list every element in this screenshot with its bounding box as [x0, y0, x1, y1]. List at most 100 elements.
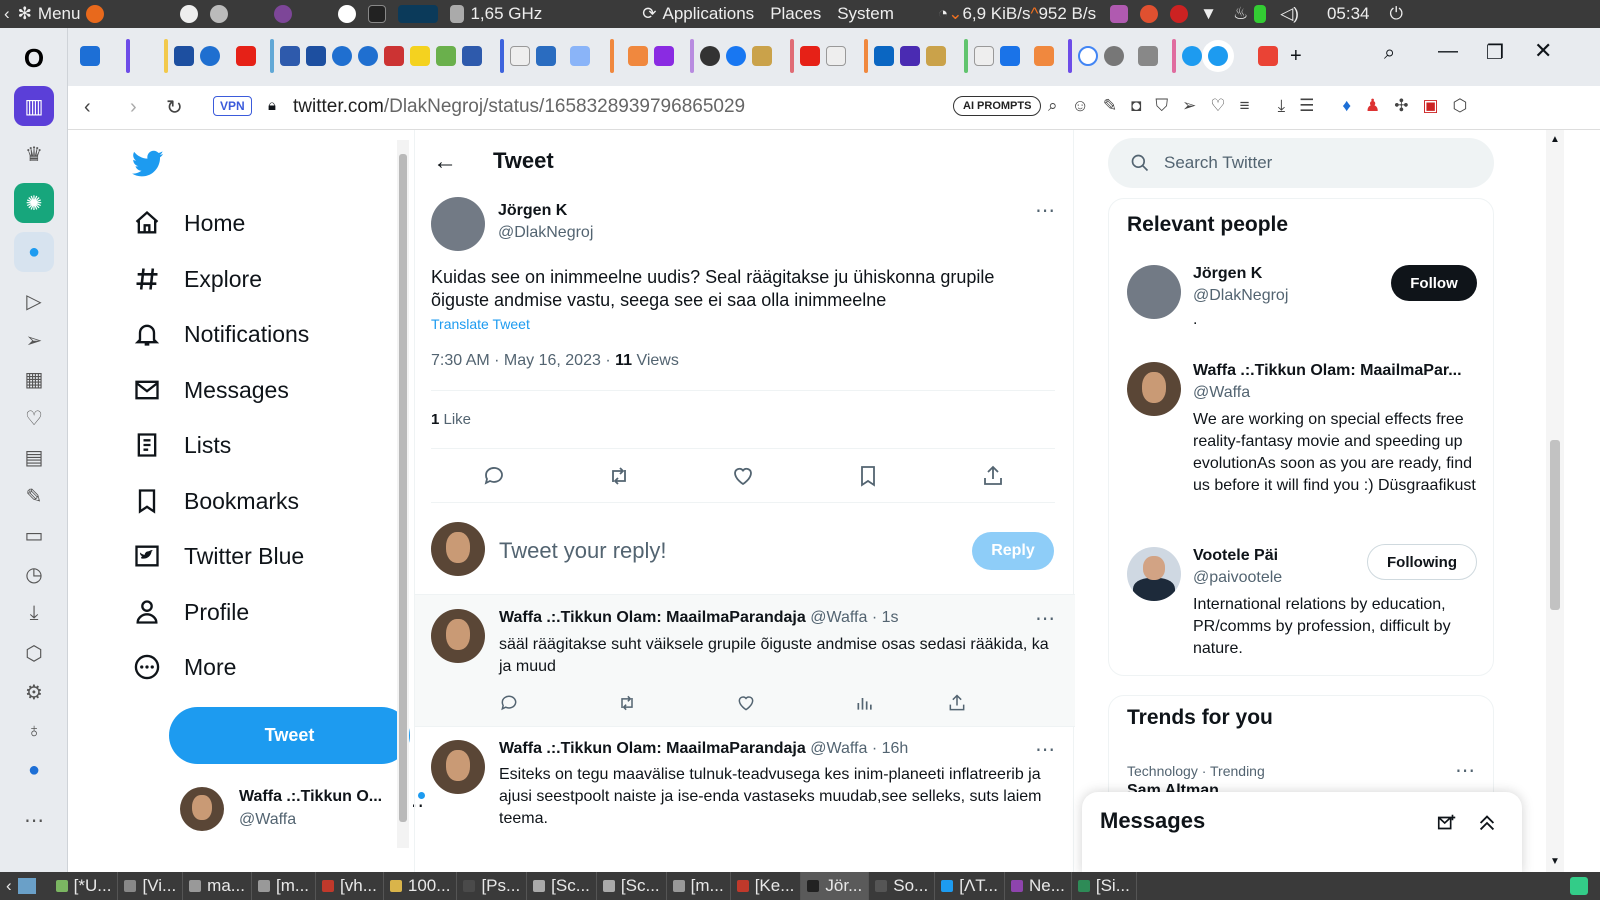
news-icon[interactable]: ▤: [14, 437, 54, 477]
player-control-icon[interactable]: ≡: [1240, 96, 1250, 116]
news-tab-icon[interactable]: [462, 46, 482, 66]
grid-tab-icon[interactable]: [1138, 46, 1158, 66]
history-icon[interactable]: ◷: [14, 554, 54, 594]
reply-more-icon[interactable]: ⋯: [1035, 737, 1056, 762]
edit-page-icon[interactable]: ✎: [1103, 96, 1117, 116]
taskbar-task[interactable]: [ΛT...: [935, 872, 1005, 900]
show-desktop-icon[interactable]: [17, 878, 36, 894]
youtube-tab-icon[interactable]: [800, 46, 820, 66]
linkedin-tab-icon[interactable]: [874, 46, 894, 66]
fox-tab-icon[interactable]: [628, 46, 648, 66]
heart-sidebar-icon[interactable]: ♡: [14, 398, 54, 438]
scroll-down-icon[interactable]: ▼: [1550, 856, 1560, 867]
terminal-icon[interactable]: [368, 5, 387, 23]
taskbar-task[interactable]: [m...: [667, 872, 731, 900]
tab-group[interactable]: [158, 39, 256, 73]
gmail-tab-icon[interactable]: [1258, 46, 1278, 66]
reply-tweet[interactable]: Waffa .:.Tikkun Olam: MaailmaParandaja @…: [415, 727, 1075, 872]
nav-item-more[interactable]: More: [132, 652, 236, 682]
nav-item-bookmarks[interactable]: Bookmarks: [132, 486, 299, 516]
tweet-more-icon[interactable]: ⋯: [1035, 198, 1056, 223]
launcher-a-icon[interactable]: [180, 5, 199, 23]
news-tab-icon[interactable]: [280, 46, 300, 66]
tab-group[interactable]: [784, 39, 846, 73]
download-page-icon[interactable]: ⤓: [1278, 96, 1286, 116]
close-window-icon[interactable]: ✕: [1534, 38, 1552, 64]
person-avatar[interactable]: [1127, 547, 1181, 601]
taskbar-task[interactable]: [Vi...: [118, 872, 184, 900]
author-handle[interactable]: @DlakNegroj: [498, 224, 593, 242]
back-icon[interactable]: ‹: [84, 96, 91, 119]
taskbar-task[interactable]: ma...: [183, 872, 252, 900]
reload-icon[interactable]: ↻: [166, 95, 183, 120]
extension-icon[interactable]: ♦: [1342, 96, 1351, 116]
reply-avatar[interactable]: [431, 609, 485, 663]
reply-button[interactable]: Reply: [972, 532, 1054, 570]
more-sidebar-icon[interactable]: ⋯: [14, 800, 54, 840]
url-field[interactable]: twitter.com/DlakNegroj/status/1658328939…: [293, 96, 745, 118]
tweet-button[interactable]: Tweet: [169, 707, 410, 764]
trend-more-icon[interactable]: ⋯: [1455, 758, 1476, 783]
crown-icon[interactable]: ♛: [14, 134, 54, 174]
mail-tab-icon[interactable]: [900, 46, 920, 66]
search-input[interactable]: Search Twitter: [1164, 153, 1272, 173]
green-tab-icon[interactable]: [436, 46, 456, 66]
taskbar-task[interactable]: [Sc...: [527, 872, 597, 900]
likes-stat[interactable]: 1 Like: [431, 411, 471, 428]
tab-group[interactable]: [958, 39, 1054, 73]
tray-wifi-icon[interactable]: ▼: [1200, 4, 1217, 24]
pm-tab-icon[interactable]: [358, 46, 378, 66]
reply-more-icon[interactable]: ⋯: [1035, 606, 1056, 631]
person-name[interactable]: Jörgen K: [1193, 265, 1373, 283]
tor-icon[interactable]: [274, 5, 293, 23]
send-icon[interactable]: ➢: [14, 320, 54, 360]
camera-icon[interactable]: ◘: [1131, 96, 1141, 116]
reply-avatar[interactable]: [431, 740, 485, 794]
nav-scrollbar[interactable]: [397, 140, 409, 848]
tab-group[interactable]: [494, 39, 590, 73]
tab-group[interactable]: [684, 39, 772, 73]
reader-icon[interactable]: ▥: [14, 86, 54, 126]
retweet-icon[interactable]: [607, 464, 631, 488]
back-arrow-icon[interactable]: ←: [433, 148, 457, 176]
mail-tab-icon[interactable]: [654, 46, 674, 66]
tab-group[interactable]: +: [1166, 39, 1302, 73]
emoji-icon[interactable]: ☺: [1072, 96, 1089, 116]
pm-tab-icon[interactable]: [200, 46, 220, 66]
pm-tab-icon[interactable]: [332, 46, 352, 66]
reply-input[interactable]: Tweet your reply!: [499, 538, 667, 564]
reply-time[interactable]: · 16h: [872, 740, 908, 757]
taskbar-arrow-icon[interactable]: ‹: [0, 876, 18, 896]
taskbar-task[interactable]: So...: [869, 872, 936, 900]
rt-tab-icon[interactable]: [536, 46, 556, 66]
nav-item-lists[interactable]: Lists: [132, 430, 231, 460]
nav-item-notifications[interactable]: Notifications: [132, 319, 309, 349]
tray-app-icon[interactable]: [1140, 5, 1159, 23]
heart-page-icon[interactable]: ♡: [1210, 96, 1225, 116]
reply-author-name[interactable]: Waffa .:.Tikkun Olam: MaailmaParandaja: [499, 609, 806, 626]
easy-setup-icon[interactable]: ☰: [1299, 96, 1314, 116]
blue-tab-icon[interactable]: [1000, 46, 1020, 66]
taskbar-task[interactable]: [Sc...: [597, 872, 667, 900]
following-button[interactable]: Following: [1367, 544, 1477, 580]
err-tab-icon[interactable]: [306, 46, 326, 66]
nav-item-twitter-blue[interactable]: Twitter Blue: [132, 541, 304, 571]
person-handle[interactable]: @Waffa: [1193, 384, 1250, 402]
facebook-tab-icon[interactable]: [726, 46, 746, 66]
taskbar-task[interactable]: Ne...: [1005, 872, 1072, 900]
gear-tab-icon[interactable]: [1104, 46, 1124, 66]
person-item[interactable]: Jörgen K @DlakNegroj . Follow: [1127, 265, 1477, 345]
player-icon[interactable]: ▷: [14, 281, 54, 321]
nav-item-explore[interactable]: Explore: [132, 264, 262, 294]
ai-prompts-button[interactable]: AI PROMPTS: [953, 96, 1042, 116]
person-avatar[interactable]: [1127, 362, 1181, 416]
like-icon[interactable]: [731, 464, 755, 488]
scrollbar-thumb[interactable]: [1550, 440, 1560, 610]
person-handle[interactable]: @DlakNegroj: [1193, 287, 1288, 305]
taskbar-task[interactable]: [vh...: [316, 872, 384, 900]
nav-item-profile[interactable]: Profile: [132, 597, 249, 627]
person-name[interactable]: Waffa .:.Tikkun Olam: MaailmaPar...: [1193, 362, 1475, 380]
bookmark-icon[interactable]: [856, 464, 880, 488]
gear-icon[interactable]: ⚙: [14, 672, 54, 712]
chatgpt-icon[interactable]: ✺: [14, 183, 54, 223]
